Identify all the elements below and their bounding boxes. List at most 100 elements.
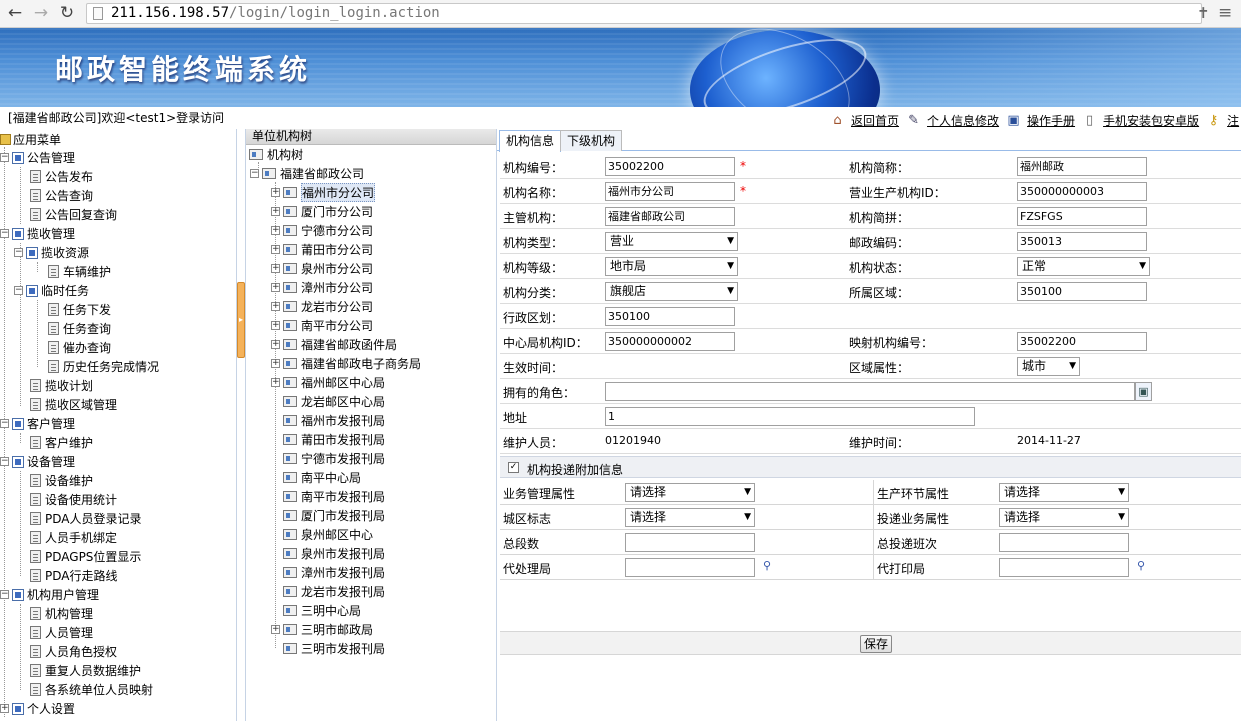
menu-item-task-query[interactable]: 任务查询 bbox=[48, 319, 111, 338]
menu-item-phone-binding[interactable]: 人员手机绑定 bbox=[30, 528, 117, 547]
org-tree-node[interactable]: 厦门市发报刊局 bbox=[271, 506, 385, 525]
menu-item-org-mgmt[interactable]: 机构管理 bbox=[30, 604, 93, 623]
android-link[interactable]: ▯ 手机安装包安卓版 bbox=[1082, 112, 1199, 129]
collapse-icon[interactable]: − bbox=[14, 248, 23, 257]
logout-link-label[interactable]: 注 bbox=[1227, 112, 1239, 129]
region-input[interactable]: 350100 bbox=[1017, 282, 1147, 301]
search-icon[interactable]: ⚲ bbox=[1137, 559, 1145, 572]
org-tree-node[interactable]: + 三明市邮政局 bbox=[271, 620, 373, 639]
expand-icon[interactable]: + bbox=[271, 625, 280, 634]
expand-icon[interactable]: + bbox=[0, 704, 9, 713]
search-icon[interactable]: ⚲ bbox=[763, 559, 771, 572]
expand-icon[interactable]: + bbox=[271, 378, 280, 387]
home-link-label[interactable]: 返回首页 bbox=[851, 112, 899, 129]
biz-attr-select[interactable]: 请选择 ▼ bbox=[625, 483, 755, 502]
collapse-icon[interactable]: − bbox=[0, 457, 9, 466]
menu-item-role-auth[interactable]: 人员角色授权 bbox=[30, 642, 117, 661]
key-icon[interactable]: ✝ bbox=[1197, 4, 1210, 22]
menu-item-pda-gps[interactable]: PDAGPS位置显示 bbox=[30, 547, 141, 566]
manual-link-label[interactable]: 操作手册 bbox=[1027, 112, 1075, 129]
tab-org-info[interactable]: 机构信息 bbox=[499, 130, 562, 152]
pinyin-input[interactable]: FZSFGS bbox=[1017, 207, 1147, 226]
address-bar[interactable]: 211.156.198.57/login/login_login.action bbox=[86, 3, 1202, 24]
org-tree-node[interactable]: 南平市发报刊局 bbox=[271, 487, 385, 506]
profile-link[interactable]: ✎ 个人信息修改 bbox=[906, 112, 999, 129]
collapse-icon[interactable]: − bbox=[0, 229, 9, 238]
org-tree-node[interactable]: 泉州市发报刊局 bbox=[271, 544, 385, 563]
org-tree-node[interactable]: 莆田市发报刊局 bbox=[271, 430, 385, 449]
menu-subgroup-temp-tasks[interactable]: − 临时任务 bbox=[14, 281, 89, 300]
tab-sub-orgs[interactable]: 下级机构 bbox=[560, 130, 623, 151]
shifts-input[interactable] bbox=[999, 533, 1129, 552]
menu-item-announce-reply[interactable]: 公告回复查询 bbox=[30, 205, 117, 224]
extra-info-checkbox[interactable]: ✓ bbox=[508, 462, 519, 473]
org-status-select[interactable]: 正常 ▼ bbox=[1017, 257, 1150, 276]
org-tree-node[interactable]: + 莆田市分公司 bbox=[271, 240, 373, 259]
menu-icon[interactable]: ≡ bbox=[1218, 4, 1232, 22]
expand-icon[interactable]: + bbox=[271, 207, 280, 216]
expand-icon[interactable]: + bbox=[271, 188, 280, 197]
address-input[interactable]: 1 bbox=[605, 407, 975, 426]
map-code-input[interactable]: 35002200 bbox=[1017, 332, 1147, 351]
org-tree-node[interactable]: 龙岩邮区中心局 bbox=[271, 392, 385, 411]
org-tree-node[interactable]: + 福州市分公司 bbox=[271, 183, 376, 202]
menu-item-staff-mapping[interactable]: 各系统单位人员映射 bbox=[30, 680, 153, 699]
collapse-icon[interactable]: − bbox=[14, 286, 23, 295]
org-tree-node[interactable]: 漳州市发报刊局 bbox=[271, 563, 385, 582]
postcode-input[interactable]: 350013 bbox=[1017, 232, 1147, 251]
menu-group-org-users[interactable]: − 机构用户管理 bbox=[0, 585, 99, 604]
org-tree-node[interactable]: 泉州邮区中心 bbox=[271, 525, 373, 544]
menu-item-device-stats[interactable]: 设备使用统计 bbox=[30, 490, 117, 509]
menu-item-collection-plan[interactable]: 揽收计划 bbox=[30, 376, 93, 395]
org-type-select[interactable]: 营业 ▼ bbox=[605, 232, 738, 251]
android-link-label[interactable]: 手机安装包安卓版 bbox=[1103, 112, 1199, 129]
menu-group-customers[interactable]: − 客户管理 bbox=[0, 414, 75, 433]
org-tree-node[interactable]: + 宁德市分公司 bbox=[271, 221, 373, 240]
profile-link-label[interactable]: 个人信息修改 bbox=[927, 112, 999, 129]
org-name-input[interactable]: 福州市分公司 bbox=[605, 182, 735, 201]
expand-icon[interactable]: + bbox=[271, 302, 280, 311]
org-level-select[interactable]: 地市局 ▼ bbox=[605, 257, 738, 276]
logout-link[interactable]: ⚷ 注 bbox=[1206, 112, 1239, 129]
menu-item-urge-query[interactable]: 催办查询 bbox=[48, 338, 111, 357]
menu-item-pda-route[interactable]: PDA行走路线 bbox=[30, 566, 117, 585]
parent-org-input[interactable]: 福建省邮政公司 bbox=[605, 207, 735, 226]
menu-item-vehicles[interactable]: 车辆维护 bbox=[48, 262, 111, 281]
biz-org-id-input[interactable]: 350000000003 bbox=[1017, 182, 1147, 201]
org-tree-node[interactable]: 南平中心局 bbox=[271, 468, 361, 487]
org-tree-node[interactable]: 宁德市发报刊局 bbox=[271, 449, 385, 468]
forward-arrow-icon[interactable]: → bbox=[30, 3, 52, 23]
org-tree-node[interactable]: 福州市发报刊局 bbox=[271, 411, 385, 430]
menu-item-task-dispatch[interactable]: 任务下发 bbox=[48, 300, 111, 319]
org-code-input[interactable]: 35002200 bbox=[605, 157, 735, 176]
area-attr-select[interactable]: 城市 ▼ bbox=[1017, 357, 1080, 376]
menu-item-announce-publish[interactable]: 公告发布 bbox=[30, 167, 93, 186]
menu-group-devices[interactable]: − 设备管理 bbox=[0, 452, 75, 471]
reload-icon[interactable]: ↻ bbox=[56, 3, 78, 23]
center-id-input[interactable]: 350000000002 bbox=[605, 332, 735, 351]
menu-item-announce-query[interactable]: 公告查询 bbox=[30, 186, 93, 205]
org-category-select[interactable]: 旗舰店 ▼ bbox=[605, 282, 738, 301]
urban-select[interactable]: 请选择 ▼ bbox=[625, 508, 755, 527]
expand-icon[interactable]: + bbox=[271, 264, 280, 273]
home-link[interactable]: ⌂ 返回首页 bbox=[830, 112, 899, 129]
menu-item-pda-login[interactable]: PDA人员登录记录 bbox=[30, 509, 141, 528]
org-tree-node[interactable]: + 福建省邮政电子商务局 bbox=[271, 354, 421, 373]
org-node-company[interactable]: − 福建省邮政公司 bbox=[250, 164, 364, 183]
expand-icon[interactable]: + bbox=[271, 245, 280, 254]
menu-item-device-maint[interactable]: 设备维护 bbox=[30, 471, 93, 490]
collapse-icon[interactable]: − bbox=[250, 169, 259, 178]
expand-icon[interactable]: + bbox=[271, 340, 280, 349]
org-tree-node[interactable]: + 泉州市分公司 bbox=[271, 259, 373, 278]
expand-icon[interactable]: + bbox=[271, 359, 280, 368]
org-tree-node[interactable]: + 福建省邮政函件局 bbox=[271, 335, 397, 354]
menu-group-collection[interactable]: − 揽收管理 bbox=[0, 224, 75, 243]
manual-link[interactable]: ▣ 操作手册 bbox=[1006, 112, 1075, 129]
menu-item-customer-maint[interactable]: 客户维护 bbox=[30, 433, 93, 452]
role-picker-icon[interactable]: ▣ bbox=[1135, 382, 1152, 401]
org-tree-root[interactable]: 机构树 bbox=[249, 145, 303, 164]
expand-icon[interactable]: + bbox=[271, 226, 280, 235]
back-arrow-icon[interactable]: ← bbox=[4, 3, 26, 23]
collapse-icon[interactable]: − bbox=[0, 153, 9, 162]
collapse-icon[interactable]: − bbox=[0, 419, 9, 428]
